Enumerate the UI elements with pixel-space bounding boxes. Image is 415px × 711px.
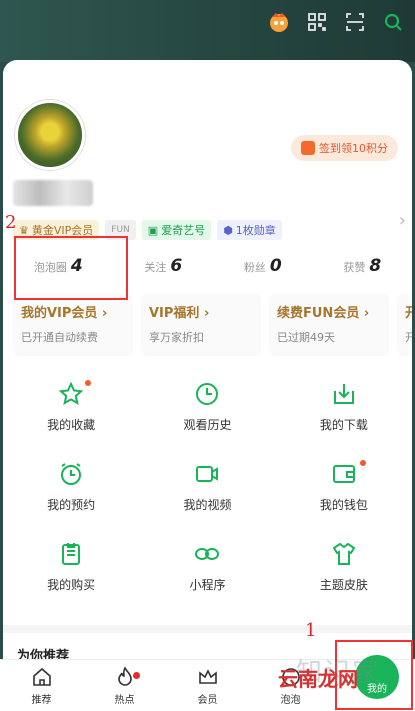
iqiyi-label: 爱奇艺号	[161, 224, 206, 237]
new-dot	[84, 380, 91, 386]
tab-label: 泡泡	[280, 694, 301, 706]
medal-badge[interactable]: ⬢ 1枚勋章	[217, 220, 282, 240]
star-icon	[57, 380, 85, 408]
vip-benefits-card[interactable]: VIP福利 › 享万家折扣	[141, 294, 261, 356]
grid-item-label: 我的视频	[183, 498, 232, 512]
mini-program-icon	[193, 540, 221, 568]
stat-likes[interactable]: 获赞 8	[343, 256, 381, 276]
annotation-number-2: 2	[5, 212, 17, 233]
receipt-icon	[57, 540, 85, 568]
checkin-label: 签到领10积分	[319, 142, 388, 155]
partial-card[interactable]: 开开	[397, 294, 412, 356]
username-blurred	[13, 180, 93, 206]
vip-card-subtitle: 已过期49天	[277, 331, 335, 344]
vip-card-title: 续费FUN会员 ›	[277, 306, 370, 321]
top-icons	[267, 10, 405, 34]
tab-vip[interactable]: 会员	[166, 660, 249, 711]
grid-item-my-videos[interactable]: 我的视频	[139, 460, 275, 522]
grid-item-label: 我的购买	[47, 578, 96, 592]
top-bar	[0, 0, 415, 62]
grid-item-label: 观看历史	[183, 418, 232, 432]
watermark: 云南龙网	[278, 667, 358, 691]
grid-item-mini-programs[interactable]: 小程序	[139, 540, 275, 602]
grid-item-label: 我的预约	[47, 498, 96, 512]
grid-item-reservations[interactable]: 我的预约	[3, 460, 139, 522]
vip-card-title: 我的VIP会员 ›	[21, 306, 108, 321]
fun-label: FUN	[111, 225, 130, 235]
vip-card-subtitle: 享万家折扣	[149, 331, 204, 344]
grid-item-downloads[interactable]: 我的下载	[276, 380, 412, 442]
feature-grid: 我的收藏 观看历史 我的下载 我的预约 我的视频 我的钱包 我的购买 小程序 主…	[3, 380, 412, 602]
new-dot	[360, 460, 367, 466]
renew-fun-card[interactable]: 续费FUN会员 › 已过期49天	[269, 294, 389, 356]
crown-icon	[197, 666, 219, 688]
download-icon	[330, 380, 358, 408]
annotation-number-1: 1	[305, 620, 317, 641]
avatar[interactable]	[15, 100, 85, 170]
section-divider	[3, 625, 412, 633]
stat-label: 关注	[144, 261, 167, 274]
vip-card-title: 开	[405, 306, 412, 321]
stat-label: 粉丝	[243, 261, 266, 274]
my-vip-card[interactable]: 我的VIP会员 › 已开通自动续费	[13, 294, 133, 356]
stat-value: 0	[269, 256, 282, 276]
chevron-right-icon[interactable]: ›	[399, 210, 406, 231]
checkin-button[interactable]: 签到领10积分	[291, 135, 398, 161]
vip-card-subtitle: 已开通自动续费	[21, 331, 98, 344]
grid-item-label: 主题皮肤	[319, 578, 368, 592]
tab-label: 热点	[114, 694, 135, 706]
grid-item-purchases[interactable]: 我的购买	[3, 540, 139, 602]
tshirt-icon	[330, 540, 358, 568]
vip-crown-icon: ♛	[19, 223, 29, 237]
stat-followers[interactable]: 粉丝 0	[244, 256, 282, 276]
stat-following[interactable]: 关注 6	[144, 256, 182, 276]
grid-item-label: 我的钱包	[319, 498, 368, 512]
qrcode-icon[interactable]	[305, 10, 329, 34]
grid-item-themes[interactable]: 主题皮肤	[276, 540, 412, 602]
highlight-box-vip	[14, 236, 128, 300]
calendar-icon	[301, 141, 315, 155]
clock-icon	[193, 380, 221, 408]
home-icon	[31, 666, 53, 688]
grid-item-history[interactable]: 观看历史	[139, 380, 275, 442]
alarm-icon	[57, 460, 85, 488]
video-camera-icon	[193, 460, 221, 488]
medal-icon: ⬢	[223, 223, 233, 237]
grid-item-wallet[interactable]: 我的钱包	[276, 460, 412, 522]
tab-recommend[interactable]: 推荐	[0, 660, 83, 711]
search-icon[interactable]	[381, 10, 405, 34]
iqiyi-icon: ▣	[147, 223, 159, 237]
recommend-title: 为你推荐	[17, 649, 70, 660]
profile-card: 签到领10积分 ♛ 黄金VIP会员 FUN ▣ 爱奇艺号 ⬢ 1枚勋章 › 泡泡圈 4 …	[3, 60, 412, 660]
vip-card-row: 我的VIP会员 › 已开通自动续费 VIP福利 › 享万家折扣 续费FUN会员 › 已…	[13, 294, 412, 356]
tab-label: 推荐	[31, 694, 52, 706]
stat-value: 6	[170, 256, 183, 276]
stat-value: 8	[369, 256, 382, 276]
tab-label: 会员	[197, 694, 218, 706]
wallet-icon	[330, 460, 358, 488]
grid-item-label: 我的收藏	[47, 418, 96, 432]
grid-item-favorites[interactable]: 我的收藏	[3, 380, 139, 442]
notification-dot	[132, 672, 140, 679]
iqiyi-badge[interactable]: ▣ 爱奇艺号	[141, 220, 212, 240]
mascot-icon[interactable]	[267, 10, 291, 34]
grid-item-label: 小程序	[189, 578, 226, 592]
scan-icon[interactable]	[343, 10, 367, 34]
tab-hot[interactable]: 热点	[83, 660, 166, 711]
medal-label: 1枚勋章	[235, 224, 276, 237]
vip-card-title: VIP福利 ›	[149, 306, 210, 321]
vip-card-subtitle: 开	[405, 331, 412, 344]
stat-label: 获赞	[343, 261, 366, 274]
grid-item-label: 我的下载	[319, 418, 368, 432]
